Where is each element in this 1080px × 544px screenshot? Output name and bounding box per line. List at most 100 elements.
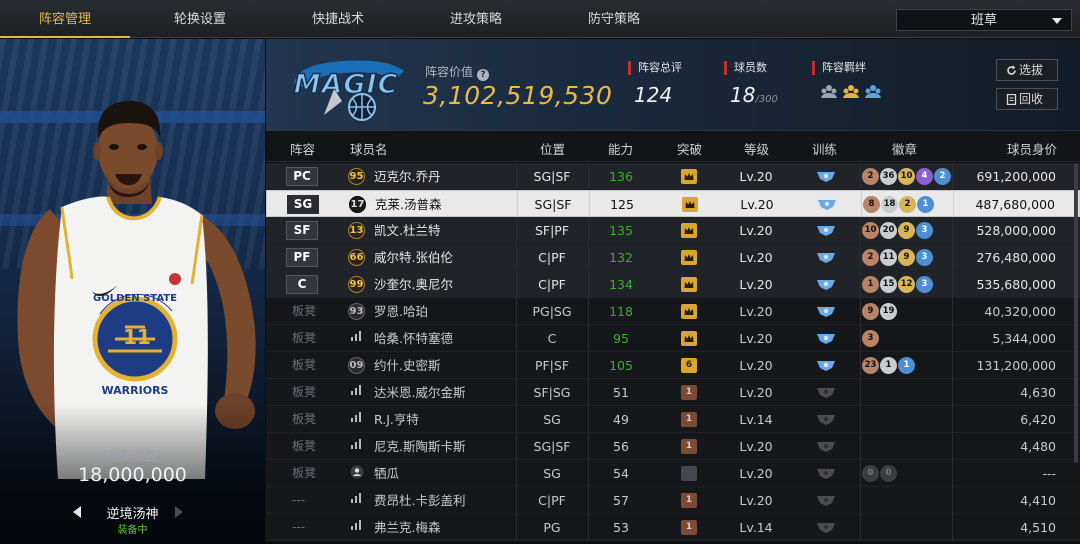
- badge-count[interactable]: 12: [898, 276, 915, 293]
- training-icon[interactable]: [816, 521, 836, 534]
- badge-count[interactable]: 1: [862, 276, 879, 293]
- col-player-name[interactable]: 球员名: [350, 139, 388, 158]
- badge-count[interactable]: 0: [862, 465, 879, 482]
- badge-count[interactable]: 2: [899, 196, 916, 213]
- breakthrough-icon[interactable]: [681, 331, 697, 346]
- badge-count[interactable]: 1: [917, 196, 934, 213]
- table-row[interactable]: --- 费昂杜.卡彭盖利 C|PF 57 1 Lv.20 4,410: [266, 487, 1080, 514]
- breakthrough-icon[interactable]: 1: [681, 385, 697, 400]
- badge-count[interactable]: 11: [880, 249, 897, 266]
- col-level[interactable]: 等级: [744, 139, 769, 158]
- breakthrough-icon[interactable]: 1: [681, 493, 697, 508]
- badge-count[interactable]: 4: [916, 168, 933, 185]
- badge-count[interactable]: 0: [880, 465, 897, 482]
- training-icon[interactable]: [816, 440, 836, 453]
- col-lineup[interactable]: 阵容: [290, 139, 315, 158]
- team-dropdown[interactable]: 班草: [896, 9, 1072, 31]
- training-icon[interactable]: [816, 305, 836, 318]
- breakthrough-icon[interactable]: [681, 169, 697, 184]
- col-badges[interactable]: 徽章: [892, 139, 917, 158]
- training-icon[interactable]: [816, 467, 836, 480]
- help-icon[interactable]: ?: [477, 69, 490, 81]
- breakthrough-icon[interactable]: 1: [681, 439, 697, 454]
- table-row[interactable]: 板凳 达米恩.威尔金斯 SF|SG 51 1 Lv.20 4,630: [266, 379, 1080, 406]
- training-icon[interactable]: [816, 278, 836, 291]
- breakthrough-icon[interactable]: [681, 304, 697, 319]
- col-breakthrough[interactable]: 突破: [677, 139, 702, 158]
- scout-button[interactable]: 选拔: [996, 59, 1058, 81]
- tab-lineup-management[interactable]: 阵容管理: [0, 0, 130, 38]
- badge-count[interactable]: 36: [880, 168, 897, 185]
- table-row[interactable]: PF 66 威尔特.张伯伦 C|PF 132 Lv.20 2 11 9 3 276,480,000: [266, 244, 1080, 271]
- badge-count[interactable]: 18: [881, 196, 898, 213]
- breakthrough-icon[interactable]: [682, 197, 698, 212]
- badge-count[interactable]: 3: [916, 222, 933, 239]
- player-position: PG: [543, 520, 561, 535]
- badge-count[interactable]: 2: [934, 168, 951, 185]
- badge-count[interactable]: 10: [898, 168, 915, 185]
- col-ability[interactable]: 能力: [608, 139, 633, 158]
- table-row[interactable]: PC 95 迈克尔.乔丹 SG|SF 136 Lv.20 2 36 10 4 2 691,200,00…: [266, 163, 1080, 190]
- tab-rotation-settings[interactable]: 轮换设置: [135, 0, 265, 38]
- training-icon[interactable]: [816, 494, 836, 507]
- column-divider: [952, 244, 953, 271]
- badge-count[interactable]: 9: [898, 249, 915, 266]
- badge-count[interactable]: 3: [862, 330, 879, 347]
- table-row[interactable]: 板凳 牺瓜 SG 54 Lv.20 0 0 ---: [266, 460, 1080, 487]
- table-row[interactable]: SF 13 凯文.杜兰特 SF|PF 135 Lv.20 10 20 9 3 528,000,000: [266, 217, 1080, 244]
- table-row[interactable]: 板凳 09 约什.史密斯 PF|SF 105 6 Lv.20 23 1 1 131,200,000: [266, 352, 1080, 379]
- next-card-arrow-icon[interactable]: [175, 506, 183, 518]
- col-player-worth[interactable]: 球员身价: [1007, 139, 1057, 158]
- badge-count[interactable]: 20: [880, 222, 897, 239]
- table-row[interactable]: C 99 沙奎尔.奥尼尔 C|PF 134 Lv.20 1 15 12 3 535,680,000: [266, 271, 1080, 298]
- breakthrough-icon[interactable]: [681, 223, 697, 238]
- training-icon[interactable]: [816, 224, 836, 237]
- breakthrough-icon[interactable]: [681, 466, 697, 481]
- badge-count[interactable]: 23: [862, 357, 879, 374]
- breakthrough-icon[interactable]: 1: [681, 412, 697, 427]
- col-training[interactable]: 训练: [812, 139, 837, 158]
- bond-group-icon[interactable]: [820, 83, 838, 99]
- table-row[interactable]: 板凳 93 罗恩.哈珀 PG|SG 118 Lv.20 9 19 40,320,000: [266, 298, 1080, 325]
- tab-offense-strategy[interactable]: 进攻策略: [411, 0, 541, 38]
- badge-count[interactable]: 9: [862, 303, 879, 320]
- training-icon[interactable]: [817, 198, 837, 211]
- training-icon[interactable]: [816, 332, 836, 345]
- badge-count[interactable]: 19: [880, 303, 897, 320]
- bond-icons[interactable]: [820, 83, 882, 99]
- breakthrough-icon[interactable]: 1: [681, 520, 697, 535]
- table-row[interactable]: --- 弗兰克.梅森 PG 53 1 Lv.14 4,510: [266, 514, 1080, 541]
- player-card[interactable]: GOLDEN STATE 11 WARRIORS 时刻价值 18,000,000…: [0, 39, 265, 544]
- tab-quick-tactics[interactable]: 快捷战术: [273, 0, 403, 38]
- badge-count[interactable]: 9: [898, 222, 915, 239]
- table-scrollbar[interactable]: [1074, 163, 1078, 463]
- table-row[interactable]: 板凳 R.J.亨特 SG 49 1 Lv.14 6,420: [266, 406, 1080, 433]
- table-row[interactable]: 板凳 哈桑.怀特塞德 C 95 Lv.20 3 5,344,000: [266, 325, 1080, 352]
- bond-group-icon[interactable]: [842, 83, 860, 99]
- badge-count[interactable]: 2: [862, 249, 879, 266]
- badge-count[interactable]: 1: [880, 357, 897, 374]
- table-row[interactable]: 板凳 尼克.斯陶斯卡斯 SG|SF 56 1 Lv.20 4,480: [266, 433, 1080, 460]
- col-position[interactable]: 位置: [540, 139, 565, 158]
- badge-count[interactable]: 3: [916, 249, 933, 266]
- breakthrough-icon[interactable]: [681, 250, 697, 265]
- badge-count[interactable]: 2: [862, 168, 879, 185]
- tab-defense-strategy[interactable]: 防守策略: [549, 0, 679, 38]
- badge-count[interactable]: 8: [863, 196, 880, 213]
- bond-group-icon[interactable]: [864, 83, 882, 99]
- training-icon[interactable]: [816, 386, 836, 399]
- training-icon[interactable]: [816, 251, 836, 264]
- lineup-slot-label: 板凳: [292, 304, 317, 318]
- badge-count[interactable]: 10: [862, 222, 879, 239]
- breakthrough-icon[interactable]: [681, 277, 697, 292]
- training-icon[interactable]: [816, 170, 836, 183]
- badge-count[interactable]: 1: [898, 357, 915, 374]
- team-logo-text: MAGIC: [294, 69, 399, 100]
- table-row[interactable]: SG 17 克莱.汤普森 SG|SF 125 Lv.20 8 18 2 1 487,680,000: [266, 190, 1080, 218]
- recycle-button[interactable]: 回收: [996, 88, 1058, 110]
- badge-count[interactable]: 3: [916, 276, 933, 293]
- breakthrough-icon[interactable]: 6: [681, 358, 697, 373]
- badge-count[interactable]: 15: [880, 276, 897, 293]
- training-icon[interactable]: [816, 413, 836, 426]
- training-icon[interactable]: [816, 359, 836, 372]
